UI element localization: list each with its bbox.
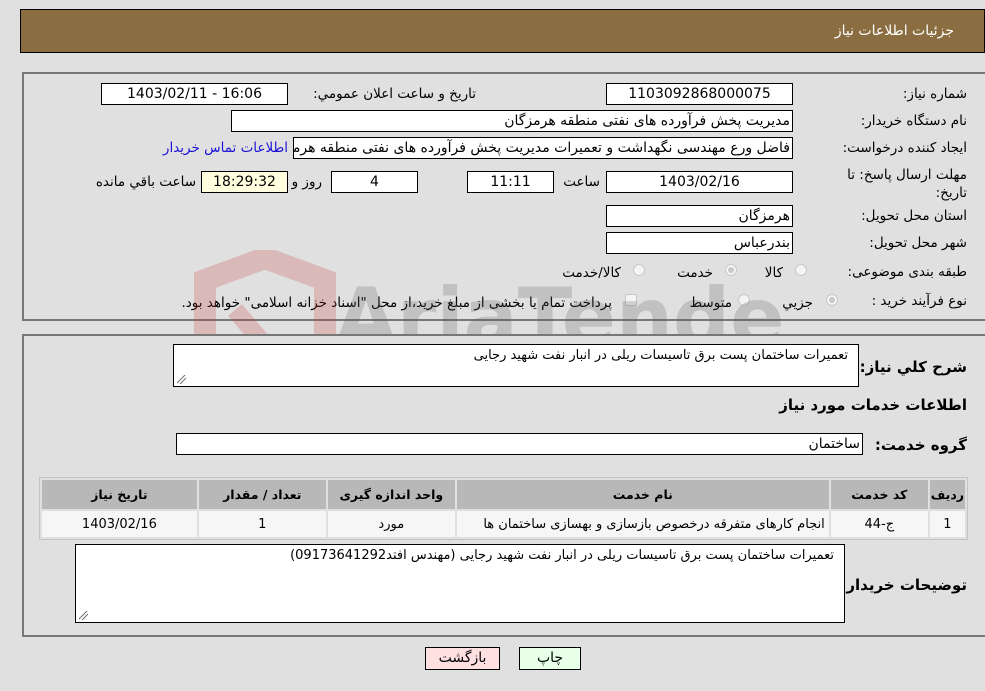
cell-service-code: ج-44 (830, 511, 928, 537)
requester-field: فاضل ورع مهندسی نگهداشت و تعمیرات مدیریت… (293, 137, 793, 159)
days-label: روز و (291, 174, 322, 190)
cell-need-date: 1403/02/16 (42, 511, 197, 537)
city-field: بندرعباس (606, 232, 793, 254)
purchase-option-minor: جزیي (782, 295, 813, 311)
service-group-label: گروه خدمت: (874, 436, 967, 454)
table-header-row: ردیف کد خدمت نام خدمت واحد اندازه گیری ت… (42, 480, 965, 509)
print-button[interactable]: چاپ (519, 647, 581, 670)
service-group-field: ساختمان (176, 433, 863, 455)
back-button[interactable]: بازگشت (425, 647, 500, 670)
services-table: ردیف کد خدمت نام خدمت واحد اندازه گیری ت… (39, 477, 968, 540)
col-header-unit: واحد اندازه گیری (327, 480, 455, 509)
requester-label: ایجاد کننده درخواست: (842, 140, 967, 156)
cell-row-number: 1 (929, 511, 965, 537)
deadline-time-label: ساعت (563, 174, 600, 190)
remaining-time-label: ساعت باقي مانده (95, 174, 196, 190)
general-desc-textarea[interactable]: تعمیرات ساختمان پست برق تاسیسات ریلی در … (173, 344, 859, 387)
deadline-date-field: 1403/02/16 (606, 171, 793, 193)
page-title: جزئیات اطلاعات نیاز (834, 23, 954, 39)
remaining-time-field: 18:29:32 (201, 171, 288, 193)
need-number-label: شماره نیاز: (902, 86, 967, 102)
col-header-need-date: تاریخ نیاز (42, 480, 197, 509)
category-option-service: خدمت (677, 265, 713, 281)
remaining-days-field: 4 (331, 171, 418, 193)
buyer-contact-link[interactable]: اطلاعات تماس خریدار (163, 140, 288, 156)
purchase-option-medium: متوسط (689, 295, 732, 311)
buyer-notes-text: تعمیرات ساختمان پست برق تاسیسات ریلی در … (290, 548, 834, 563)
general-desc-label: شرح کلي نیاز: (859, 358, 967, 376)
resize-grip-icon[interactable] (79, 611, 88, 620)
general-desc-text: تعمیرات ساختمان پست برق تاسیسات ریلی در … (473, 348, 848, 363)
category-label: طبقه بندی موضوعی: (847, 264, 967, 280)
category-radio-goods-service[interactable] (633, 264, 645, 276)
city-label: شهر محل تحویل: (869, 235, 967, 251)
province-label: استان محل تحویل: (861, 208, 967, 224)
buyer-notes-textarea[interactable]: تعمیرات ساختمان پست برق تاسیسات ریلی در … (75, 544, 845, 623)
cell-service-name: انجام کارهای متفرقه درخصوص بازسازی و بهس… (456, 511, 829, 537)
treasury-checkbox-label: پرداخت تمام یا بخشی از مبلغ خرید،از محل … (181, 295, 612, 311)
announce-datetime-field: 1403/02/11 - 16:06 (101, 83, 288, 105)
page-header: جزئیات اطلاعات نیاز (20, 9, 985, 53)
deadline-time-field: 11:11 (467, 171, 554, 193)
province-field: هرمزگان (606, 205, 793, 227)
purchase-radio-minor[interactable] (826, 294, 838, 306)
col-header-row-number: ردیف (929, 480, 965, 509)
col-header-service-name: نام خدمت (456, 480, 829, 509)
buyer-org-field: مدیریت پخش فرآورده های نفتی منطقه هرمزگا… (231, 110, 793, 132)
col-header-quantity: تعداد / مقدار (198, 480, 326, 509)
resize-grip-icon[interactable] (177, 375, 186, 384)
need-number-field: 1103092868000075 (606, 83, 793, 105)
table-row: 1 ج-44 انجام کارهای متفرقه درخصوص بازساز… (42, 511, 965, 537)
cell-unit: مورد (327, 511, 455, 537)
services-heading: اطلاعات خدمات مورد نیاز (779, 396, 967, 414)
category-option-goods-service: کالا/خدمت (562, 265, 621, 281)
col-header-service-code: کد خدمت (830, 480, 928, 509)
buyer-org-label: نام دستگاه خریدار: (860, 113, 967, 129)
treasury-checkbox[interactable] (625, 294, 637, 306)
announce-datetime-label: تاریخ و ساعت اعلان عمومي: (313, 86, 476, 102)
category-radio-service[interactable] (725, 264, 737, 276)
deadline-label: مهلت ارسال پاسخ: تا تاریخ: (847, 167, 967, 201)
buyer-notes-label: توضیحات خریدار: (840, 576, 967, 594)
category-radio-goods[interactable] (795, 264, 807, 276)
purchase-type-label: نوع فرآیند خرید : (871, 293, 967, 309)
cell-quantity: 1 (198, 511, 326, 537)
purchase-radio-medium[interactable] (738, 294, 750, 306)
category-option-goods: کالا (764, 265, 783, 281)
